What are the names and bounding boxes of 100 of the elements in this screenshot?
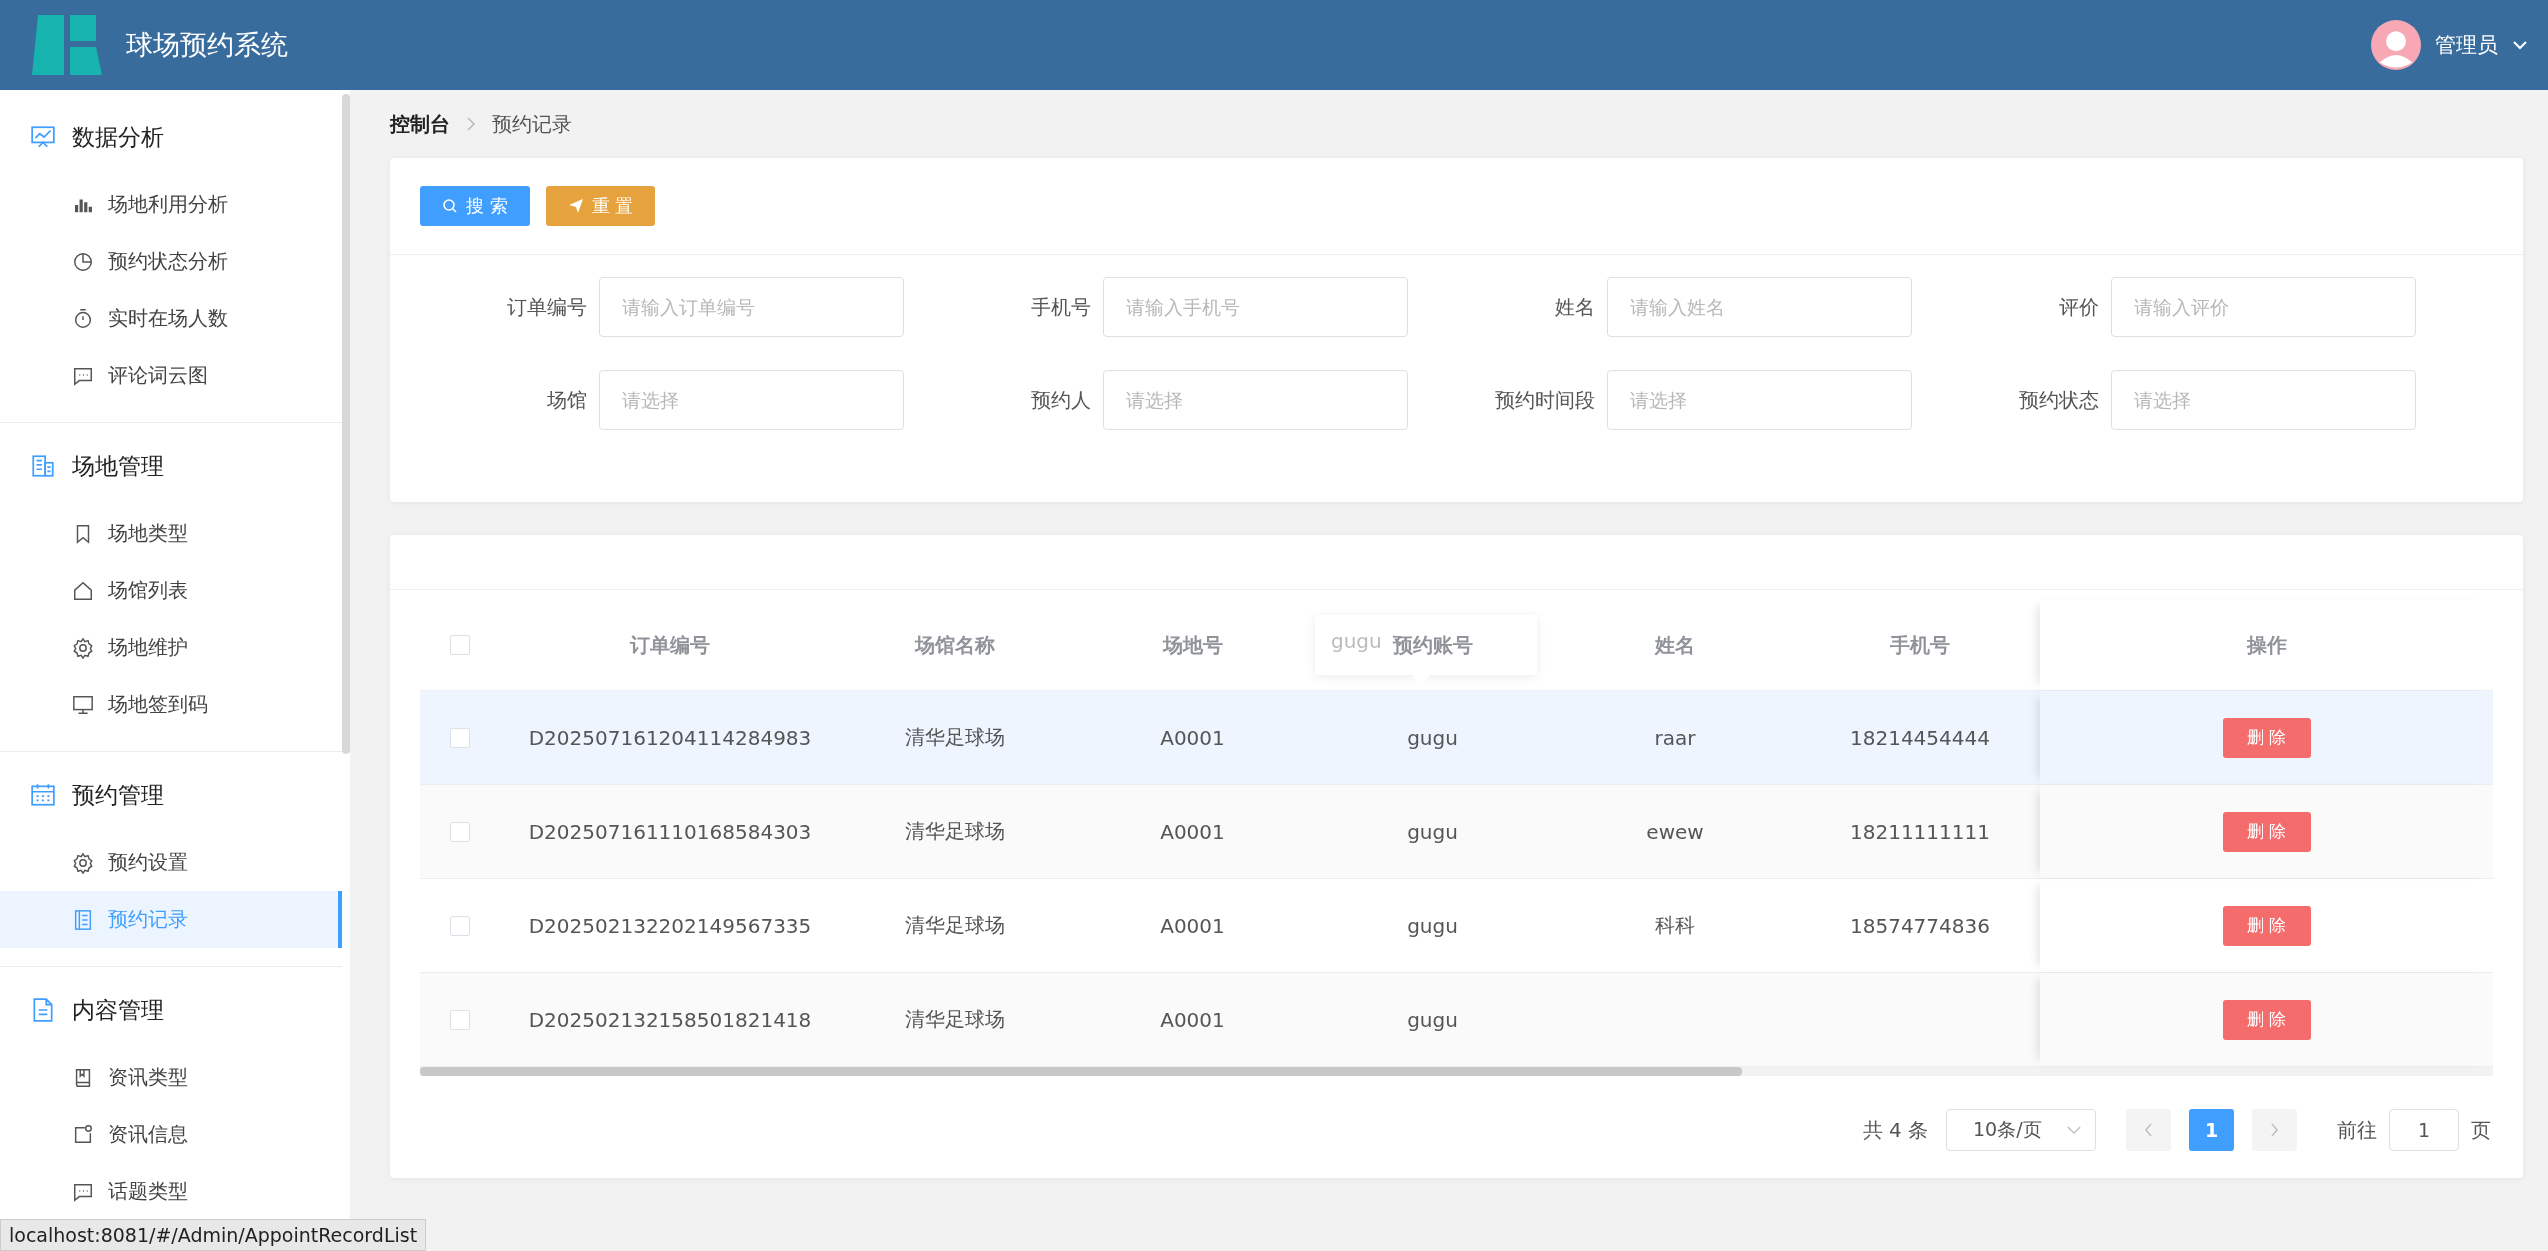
search-icon bbox=[442, 198, 458, 214]
menu-group-title[interactable]: 数据分析 bbox=[72, 121, 164, 153]
table-cell: 科科 bbox=[1655, 912, 1695, 939]
table-cell: A0001 bbox=[1160, 1007, 1225, 1032]
table-cell: gugu bbox=[1407, 819, 1458, 844]
table-cell: 清华足球场 bbox=[905, 1006, 1005, 1033]
table-cell: 清华足球场 bbox=[905, 724, 1005, 751]
row-checkbox[interactable] bbox=[450, 821, 470, 842]
home-icon bbox=[72, 579, 94, 602]
menu-item[interactable]: 资讯信息 bbox=[0, 1106, 342, 1163]
breadcrumb-link[interactable]: 控制台 bbox=[390, 110, 450, 138]
menu-item[interactable]: 场馆列表 bbox=[0, 562, 342, 619]
menu-item[interactable]: 评论词云图 bbox=[0, 347, 342, 404]
filter-label: 预约时间段 bbox=[1493, 386, 1595, 414]
scrollbar[interactable] bbox=[420, 1067, 1742, 1076]
next-page-button[interactable] bbox=[2252, 1109, 2297, 1151]
filter-field[interactable]: 请输入订单编号 bbox=[598, 277, 904, 337]
menu-item[interactable]: 场地维护 bbox=[0, 619, 342, 676]
menu-item[interactable]: 资讯类型 bbox=[0, 1049, 342, 1106]
column-header: 手机号 bbox=[1890, 631, 1950, 659]
menu-group-title[interactable]: 预约管理 bbox=[72, 779, 164, 811]
filter-field[interactable]: 请选择 bbox=[1102, 370, 1408, 430]
menu-item[interactable]: 场地类型 bbox=[0, 505, 342, 562]
paper-plane-icon bbox=[567, 198, 584, 214]
filter-field[interactable]: 请选择 bbox=[1606, 370, 1912, 430]
column-header: 场地号 bbox=[1162, 631, 1223, 659]
table-cell: D202502132158501821418 bbox=[528, 1007, 812, 1032]
gear-icon bbox=[72, 636, 94, 659]
table-cell: D202507161110168584303 bbox=[528, 819, 812, 844]
menu-group-title[interactable]: 内容管理 bbox=[72, 994, 164, 1026]
menu-item[interactable]: 预约设置 bbox=[0, 834, 342, 891]
filter-label: 预约人 bbox=[1029, 386, 1091, 414]
prev-page-button[interactable] bbox=[2126, 1109, 2171, 1151]
goto-label: 前往 bbox=[2337, 1116, 2377, 1144]
scrollbar[interactable] bbox=[342, 94, 350, 754]
table-cell: 18211111111 bbox=[1850, 819, 1990, 844]
building-icon bbox=[30, 453, 56, 479]
app-title: 球场预约系统 bbox=[126, 28, 288, 62]
menu-item[interactable]: 预约状态分析 bbox=[0, 233, 342, 290]
table-cell: ewew bbox=[1646, 819, 1704, 844]
filter-label: 评价 bbox=[2057, 293, 2099, 321]
table-cell: 18574774836 bbox=[1850, 913, 1990, 938]
filter-field[interactable]: 请输入手机号 bbox=[1102, 277, 1408, 337]
user-name[interactable]: 管理员 bbox=[2435, 31, 2498, 59]
filter-label: 场馆 bbox=[545, 386, 587, 414]
menu-item[interactable]: 话题类型 bbox=[0, 1163, 342, 1220]
caret-icon[interactable] bbox=[2512, 40, 2528, 50]
row-checkbox[interactable] bbox=[450, 1009, 470, 1030]
column-header: 姓名 bbox=[1655, 631, 1695, 659]
status-bar-url: localhost:8081/#/Admin/AppointRecordList bbox=[0, 1219, 427, 1251]
table-cell: gugu bbox=[1407, 913, 1458, 938]
chevron-right-icon bbox=[466, 116, 476, 132]
menu-item[interactable]: 实时在场人数 bbox=[0, 290, 342, 347]
pie-icon bbox=[72, 250, 94, 273]
filter-field[interactable]: 请输入评价 bbox=[2110, 277, 2416, 337]
logo-icon bbox=[32, 15, 102, 75]
filter-field[interactable]: 请输入姓名 bbox=[1606, 277, 1912, 337]
chevron-right-icon bbox=[2270, 1123, 2279, 1137]
filter-label: 手机号 bbox=[1029, 293, 1091, 321]
table-cell: 清华足球场 bbox=[905, 818, 1005, 845]
filter-field[interactable]: 请选择 bbox=[2110, 370, 2416, 430]
filter-field[interactable]: 请选择 bbox=[598, 370, 904, 430]
monitor-icon bbox=[72, 693, 94, 716]
table-cell: 18214454444 bbox=[1850, 725, 1990, 750]
table-cell: gugu bbox=[1407, 1007, 1458, 1032]
table-cell: raar bbox=[1654, 725, 1696, 750]
filter-label: 预约状态 bbox=[2017, 386, 2099, 414]
column-header: 订单编号 bbox=[630, 631, 710, 659]
doc-icon bbox=[30, 997, 56, 1023]
table-cell: A0001 bbox=[1160, 819, 1225, 844]
calendar-icon bbox=[30, 782, 56, 808]
column-header: 场馆名称 bbox=[915, 631, 995, 659]
timer-icon bbox=[72, 307, 94, 330]
menu-item[interactable]: 场地利用分析 bbox=[0, 176, 342, 233]
breadcrumb-current: 预约记录 bbox=[492, 110, 572, 138]
goto-page-field[interactable]: 1 bbox=[2389, 1109, 2459, 1151]
menu-group-title[interactable]: 场地管理 bbox=[72, 450, 164, 482]
menu-item[interactable]: 场地签到码 bbox=[0, 676, 342, 733]
gear-icon bbox=[72, 851, 94, 874]
total-count: 共 4 条 bbox=[1862, 1116, 1928, 1144]
page-suffix: 页 bbox=[2471, 1116, 2491, 1144]
table-cell: A0001 bbox=[1160, 913, 1225, 938]
table-cell: 清华足球场 bbox=[905, 912, 1005, 939]
filter-label: 订单编号 bbox=[505, 293, 587, 321]
chart-icon bbox=[30, 124, 56, 150]
filter-label: 姓名 bbox=[1553, 293, 1595, 321]
select-all-checkbox[interactable] bbox=[450, 635, 470, 655]
table-cell: A0001 bbox=[1160, 725, 1225, 750]
row-checkbox[interactable] bbox=[450, 727, 470, 748]
chevron-down-icon bbox=[2067, 1125, 2081, 1135]
page-size-select[interactable]: 10条/页 bbox=[1946, 1109, 2096, 1151]
table-cell: D202502132202149567335 bbox=[528, 913, 812, 938]
list-icon bbox=[72, 908, 94, 931]
column-header: 预约账号 bbox=[1392, 631, 1473, 659]
chevron-left-icon bbox=[2144, 1123, 2153, 1137]
table-cell: gugu bbox=[1407, 725, 1458, 750]
avatar-icon[interactable] bbox=[2371, 20, 2421, 70]
table-cell: D202507161204114284983 bbox=[528, 725, 812, 750]
column-header: 操作 bbox=[2246, 631, 2287, 659]
row-checkbox[interactable] bbox=[450, 915, 470, 936]
